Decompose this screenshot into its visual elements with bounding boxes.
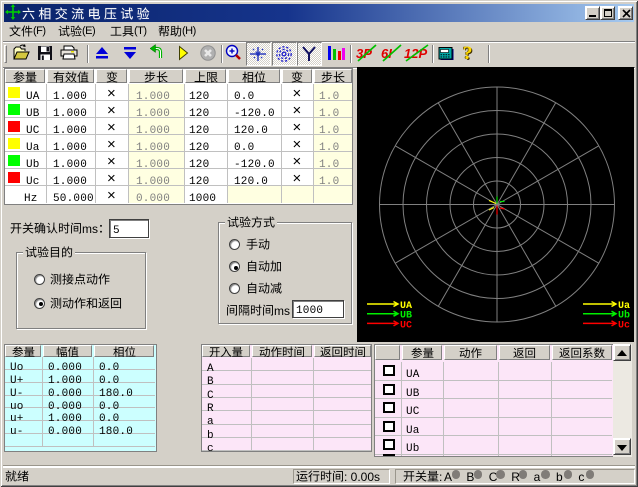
svg-text:UC: UC xyxy=(400,320,412,331)
svg-text:Uc: Uc xyxy=(618,320,630,331)
